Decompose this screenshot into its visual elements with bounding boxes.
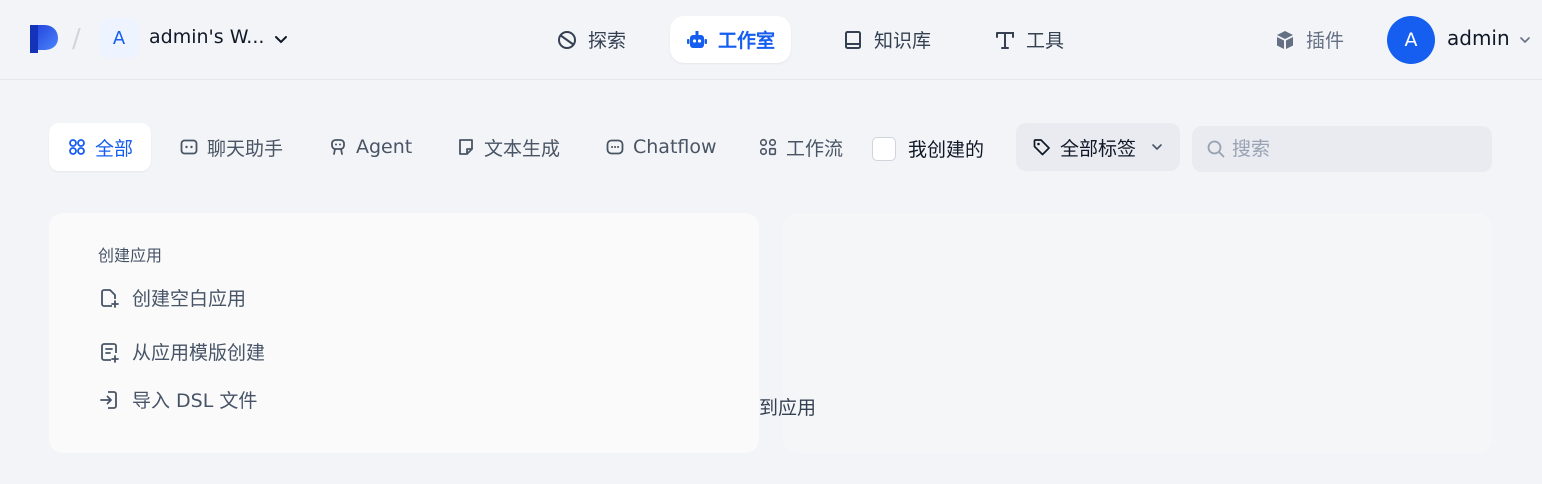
nav-tools[interactable]: 工具 bbox=[978, 16, 1080, 63]
plugins-button[interactable]: 插件 bbox=[1274, 26, 1344, 53]
search-box[interactable] bbox=[1192, 126, 1492, 172]
tab-agent-label: Agent bbox=[356, 136, 413, 158]
create-app-card: 创建应用 创建空白应用 从应用模版创建 导入 DSL 文件 bbox=[49, 213, 759, 453]
cube-icon bbox=[1277, 30, 1293, 49]
tab-text-generation-label: 文本生成 bbox=[484, 137, 561, 160]
app-card-placeholder bbox=[783, 213, 1492, 453]
tab-chatflow[interactable]: Chatflow bbox=[587, 123, 735, 171]
agent-icon bbox=[331, 139, 345, 155]
tags-label: 全部标签 bbox=[1060, 137, 1137, 160]
note-icon bbox=[459, 139, 473, 155]
create-app-heading: 创建应用 bbox=[98, 246, 163, 265]
workspace-name[interactable]: admin's W... bbox=[149, 26, 264, 48]
ghost-card-text: 到应用 bbox=[759, 397, 817, 419]
explore-icon bbox=[558, 30, 576, 49]
create-from-template-label: 从应用模版创建 bbox=[132, 342, 266, 364]
tab-chat-assistant[interactable]: 聊天助手 bbox=[161, 123, 301, 171]
workspace-avatar[interactable]: A bbox=[99, 18, 139, 58]
robot-icon bbox=[687, 30, 707, 48]
nav-tools-label: 工具 bbox=[1026, 30, 1065, 52]
chevron-down-icon[interactable] bbox=[1518, 33, 1532, 47]
chat-bot-icon bbox=[180, 139, 198, 155]
tags-dropdown[interactable]: 全部标签 bbox=[1016, 123, 1180, 171]
search-icon bbox=[1207, 140, 1225, 158]
chatflow-icon bbox=[606, 139, 624, 155]
import-dsl-button[interactable]: 导入 DSL 文件 bbox=[98, 386, 257, 413]
import-icon bbox=[100, 390, 117, 409]
app-logo[interactable] bbox=[26, 23, 60, 55]
chevron-down-icon bbox=[1152, 144, 1162, 151]
tab-text-generation[interactable]: 文本生成 bbox=[438, 123, 578, 171]
workflow-icon bbox=[759, 138, 777, 156]
tab-chatflow-label: Chatflow bbox=[633, 136, 717, 158]
file-plus-icon bbox=[101, 288, 119, 308]
nav-explore[interactable]: 探索 bbox=[540, 16, 642, 63]
template-icon bbox=[101, 342, 119, 363]
breadcrumb-separator: / bbox=[72, 24, 81, 54]
create-from-template-button[interactable]: 从应用模版创建 bbox=[98, 338, 265, 365]
grid-icon bbox=[69, 139, 85, 155]
nav-knowledge-label: 知识库 bbox=[874, 30, 932, 52]
tab-all-label: 全部 bbox=[95, 137, 134, 160]
nav-studio[interactable]: 工作室 bbox=[670, 16, 792, 63]
created-by-me-filter[interactable]: 我创建的 bbox=[872, 135, 984, 162]
tab-all[interactable]: 全部 bbox=[49, 123, 152, 171]
plugins-label: 插件 bbox=[1306, 30, 1345, 52]
tag-icon bbox=[1033, 139, 1050, 156]
chevron-down-icon[interactable] bbox=[272, 30, 290, 48]
created-by-me-checkbox[interactable] bbox=[872, 136, 896, 161]
import-dsl-label: 导入 DSL 文件 bbox=[132, 390, 258, 412]
search-input[interactable] bbox=[1232, 138, 1472, 160]
book-icon bbox=[845, 30, 861, 49]
create-blank-app-button[interactable]: 创建空白应用 bbox=[98, 284, 246, 311]
tab-chat-assistant-label: 聊天助手 bbox=[207, 137, 284, 160]
nav-studio-label: 工作室 bbox=[718, 30, 776, 52]
created-by-me-label: 我创建的 bbox=[908, 139, 985, 161]
tab-workflow[interactable]: 工作流 bbox=[740, 123, 861, 171]
tab-agent[interactable]: Agent bbox=[310, 123, 430, 171]
nav-knowledge[interactable]: 知识库 bbox=[826, 16, 947, 63]
tool-icon bbox=[996, 31, 1014, 49]
tab-workflow-label: 工作流 bbox=[786, 137, 844, 160]
user-avatar[interactable]: A bbox=[1387, 16, 1435, 64]
user-name[interactable]: admin bbox=[1447, 26, 1510, 50]
nav-explore-label: 探索 bbox=[588, 30, 627, 52]
top-header: / A admin's W... 探索 工作室 知识库 工具 插件 A admi… bbox=[0, 0, 1542, 80]
create-blank-app-label: 创建空白应用 bbox=[132, 288, 247, 310]
